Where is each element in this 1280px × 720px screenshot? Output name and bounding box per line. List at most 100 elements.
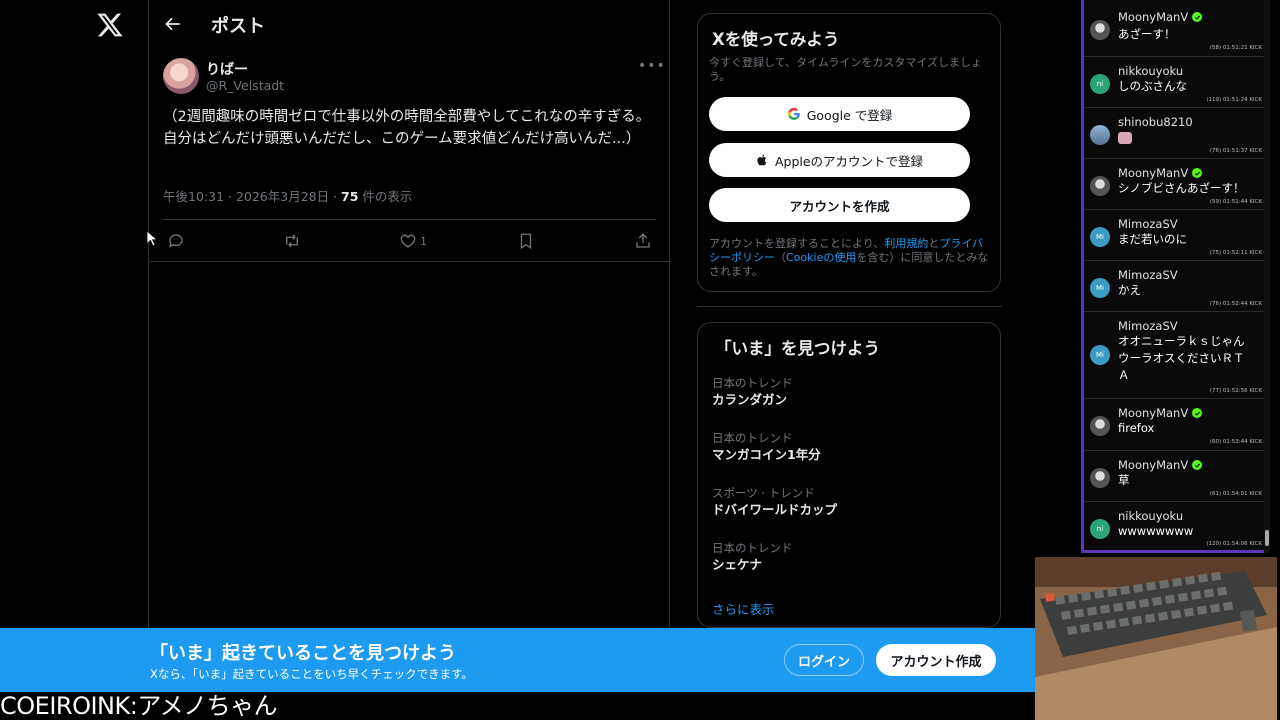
chat-text: あざーす！ xyxy=(1118,27,1176,41)
banner-subtitle: Xなら、「いま」起きていることをいち早くチェックできます。 xyxy=(150,667,473,681)
mouse-cursor-icon xyxy=(146,230,158,247)
more-options-icon[interactable]: ••• xyxy=(638,58,665,76)
trend-item[interactable]: 日本のトレンド シェケナ xyxy=(712,541,793,574)
legal-paren: （ xyxy=(775,251,786,264)
views-count: 75 xyxy=(341,189,359,204)
column-divider-right xyxy=(669,0,670,628)
chat-username: nikkouyoku xyxy=(1118,509,1184,523)
chat-avatar: Mi xyxy=(1090,278,1110,298)
reply-icon xyxy=(168,234,183,248)
chat-message: Mi MimozaSV オオニューラｋｓじゃんウーラオスくださいＲＴＡ (77)… xyxy=(1084,313,1268,399)
chat-meta: (77) 01:52:56 KICK xyxy=(1209,388,1262,394)
signup-banner: 「いま」起きていることを見つけよう Xなら、「いま」起きていることをいち早くチェ… xyxy=(0,628,1035,692)
post-meta: 午後10:31 · 2026年3月28日 · 75 件の表示 xyxy=(163,186,412,205)
google-signup-label: Google で登録 xyxy=(806,107,893,123)
trend-name: カランダガン xyxy=(712,392,788,407)
trend-category: 日本のトレンド xyxy=(712,541,793,555)
signup-button[interactable]: アカウント作成 xyxy=(876,644,996,676)
share-icon xyxy=(636,233,650,248)
back-arrow-icon[interactable] xyxy=(163,14,183,34)
chat-username: MimozaSV xyxy=(1118,268,1178,282)
page-title: ポスト xyxy=(211,16,265,37)
chat-avatar xyxy=(1090,416,1110,436)
trend-name: シェケナ xyxy=(712,557,763,572)
login-button[interactable]: ログイン xyxy=(784,644,864,676)
stream-caption: COEIROINK:アメノちゃん xyxy=(0,692,278,720)
author-name[interactable]: りばー xyxy=(206,59,248,79)
apple-icon xyxy=(757,154,767,166)
post-actions: 1 xyxy=(163,229,656,253)
terms-link[interactable]: 利用規約 xyxy=(884,237,928,250)
legal-prefix: アカウントを登録することにより、 xyxy=(709,237,885,250)
chat-text: オオニューラｋｓじゃんウーラオスくださいＲＴＡ xyxy=(1118,334,1245,382)
column-divider-left xyxy=(148,0,149,628)
chat-avatar xyxy=(1090,125,1110,145)
author-avatar[interactable] xyxy=(163,58,199,94)
create-account-label: アカウントを作成 xyxy=(789,198,890,214)
trend-item[interactable]: 日本のトレンド マンガコイン1年分 xyxy=(712,431,821,464)
verified-check-icon xyxy=(1192,460,1203,470)
chat-message: ni nikkouyoku wwwwwwww (120) 01:54:06 KI… xyxy=(1084,503,1268,550)
create-account-button[interactable]: アカウントを作成 xyxy=(709,188,970,222)
bookmark-button[interactable] xyxy=(517,229,535,253)
chat-avatar: Mi xyxy=(1090,227,1110,247)
chat-message: shinobu8210 (76) 01:51:37 KICK xyxy=(1084,109,1268,159)
bookmark-icon xyxy=(520,233,532,250)
views-label: 件の表示 xyxy=(358,189,413,204)
trend-item[interactable]: スポーツ · トレンド ドバイワールドカップ xyxy=(712,486,837,519)
chat-avatar: ni xyxy=(1090,74,1110,94)
chat-username: MimozaSV xyxy=(1118,319,1178,333)
chat-message: MoonyManV firefox (60) 01:53:44 KICK xyxy=(1084,400,1268,451)
heart-icon xyxy=(400,234,416,248)
trends-card-title: 「いま」を見つけよう xyxy=(715,339,880,358)
post-divider xyxy=(163,219,656,220)
signup-card-title: Xを使ってみよう xyxy=(712,30,840,49)
chat-username: MoonyManV xyxy=(1118,458,1203,472)
verified-check-icon xyxy=(1192,408,1203,418)
apple-signup-button[interactable]: Appleのアカウントで登録 xyxy=(709,143,970,177)
trends-card: 「いま」を見つけよう 日本のトレンド カランダガン 日本のトレンド マンガコイン… xyxy=(697,322,1001,628)
post-header: ポスト xyxy=(149,0,669,52)
show-more-link[interactable]: さらに表示 xyxy=(712,599,775,618)
trend-item[interactable]: 日本のトレンド カランダガン xyxy=(712,376,793,409)
share-button[interactable] xyxy=(634,229,652,253)
like-button[interactable]: 1 xyxy=(399,229,427,253)
chat-username: shinobu8210 xyxy=(1118,115,1193,129)
trend-name: ドバイワールドカップ xyxy=(712,502,838,517)
chat-text: wwwwwwww xyxy=(1118,524,1194,538)
chat-text: シノブビさんあざーす！ xyxy=(1118,181,1245,195)
chat-scrollbar-thumb[interactable] xyxy=(1265,530,1269,546)
cookie-link[interactable]: Cookieの使用 xyxy=(786,251,856,264)
chat-meta: (76) 01:51:37 KICK xyxy=(1209,148,1262,154)
emote-icon xyxy=(1118,132,1132,144)
chat-text: かえ xyxy=(1118,283,1141,297)
chat-avatar xyxy=(1090,20,1110,40)
right-column-divider xyxy=(697,306,1002,307)
signup-card: Xを使ってみよう 今すぐ登録して、タイムラインをカスタマイズしましょう。 Goo… xyxy=(697,13,1001,292)
stream-chat-panel: MoonyManV あざーす！ (58) 01:51:21 KICK ni ni… xyxy=(1081,0,1268,553)
actions-divider xyxy=(149,261,670,262)
apple-signup-label: Appleのアカウントで登録 xyxy=(774,153,924,169)
repost-icon xyxy=(286,234,298,248)
chat-username: MimozaSV xyxy=(1118,217,1178,231)
author-handle[interactable]: @R_Velstadt xyxy=(206,78,284,93)
trend-category: スポーツ · トレンド xyxy=(712,486,815,500)
chat-meta: (119) 01:51:24 KICK xyxy=(1206,97,1262,103)
chat-meta: (76) 01:52:44 KICK xyxy=(1209,301,1262,307)
repost-button[interactable] xyxy=(283,229,301,253)
x-logo-icon[interactable] xyxy=(96,10,124,40)
post-timestamp[interactable]: 午後10:31 · 2026年3月28日 · xyxy=(163,189,341,204)
google-signup-button[interactable]: Google で登録 xyxy=(709,97,970,131)
chat-message: Mi MimozaSV まだ若いのに (75) 01:52:11 KICK xyxy=(1084,211,1268,261)
chat-scrollbar[interactable] xyxy=(1264,0,1270,553)
trend-name: マンガコイン1年分 xyxy=(712,447,821,462)
webcam-feed xyxy=(1035,557,1277,720)
chat-message: MoonyManV あざーす！ (58) 01:51:21 KICK xyxy=(1084,0,1268,57)
chat-message: MoonyManV 草 (61) 01:54:01 KICK xyxy=(1084,452,1268,502)
verified-check-icon xyxy=(1192,168,1203,178)
chat-username: MoonyManV xyxy=(1118,406,1203,420)
reply-button[interactable] xyxy=(167,229,185,253)
chat-message: ni nikkouyoku しのぶさんな (119) 01:51:24 KICK xyxy=(1084,58,1268,108)
chat-username: MoonyManV xyxy=(1118,10,1203,24)
chat-avatar xyxy=(1090,468,1110,488)
